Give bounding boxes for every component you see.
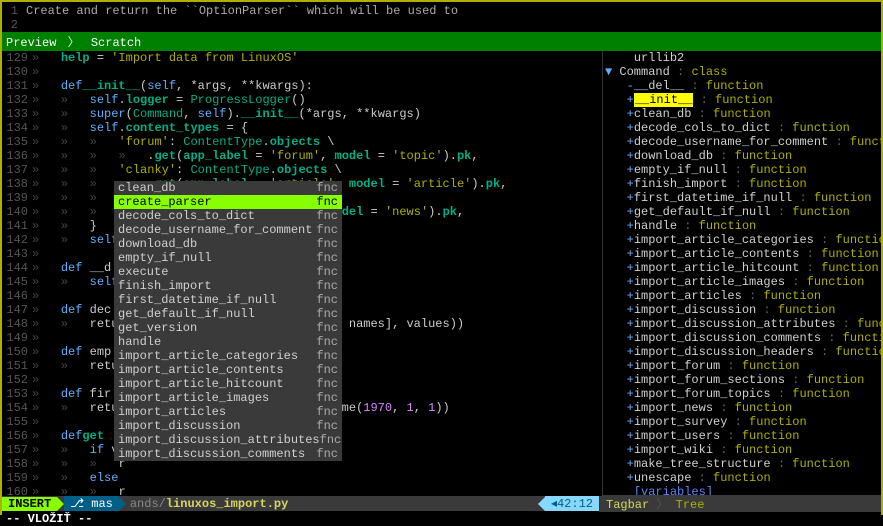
tag-member[interactable]: +handle : function: [605, 219, 879, 233]
branch-icon: ⎇: [70, 497, 84, 511]
status-bar: INSERT ⎇ mas ands/linuxos_import.py ◂42:…: [2, 496, 881, 511]
completion-item[interactable]: finish_importfnc: [114, 279, 342, 293]
code-line[interactable]: 136» » » » .get(app_label = 'forum', mod…: [2, 149, 602, 163]
tag-member[interactable]: +make_tree_structure : function: [605, 457, 879, 471]
completion-item[interactable]: decode_username_for_commentfnc: [114, 223, 342, 237]
tag-member[interactable]: +import_article_images : function: [605, 275, 879, 289]
code-line[interactable]: 133» » super(Command, self).__init__(*ar…: [2, 107, 602, 121]
tag-member[interactable]: +download_db : function: [605, 149, 879, 163]
completion-item[interactable]: import_article_categoriesfnc: [114, 349, 342, 363]
completion-item[interactable]: download_dbfnc: [114, 237, 342, 251]
completion-item[interactable]: import_article_contentsfnc: [114, 363, 342, 377]
tag-member[interactable]: -__del__ : function: [605, 79, 879, 93]
doc-preview: 1Create and return the ``OptionParser`` …: [2, 2, 881, 32]
code-line[interactable]: 159» » else: [2, 471, 602, 485]
completion-item[interactable]: handlefnc: [114, 335, 342, 349]
tag-member[interactable]: +import_forum_topics : function: [605, 387, 879, 401]
code-line[interactable]: 135» » » 'forum': ContentType.objects \: [2, 135, 602, 149]
tag-import[interactable]: urllib2: [605, 51, 879, 65]
breadcrumb-preview: Preview: [6, 36, 56, 50]
completion-item[interactable]: import_article_imagesfnc: [114, 391, 342, 405]
code-line[interactable]: 160» » » r: [2, 485, 602, 496]
completion-item[interactable]: import_articlesfnc: [114, 405, 342, 419]
tag-member[interactable]: +import_articles : function: [605, 289, 879, 303]
completion-item[interactable]: get_versionfnc: [114, 321, 342, 335]
tag-member[interactable]: +import_wiki : function: [605, 443, 879, 457]
tag-member[interactable]: +empty_if_null : function: [605, 163, 879, 177]
completion-item[interactable]: decode_cols_to_dictfnc: [114, 209, 342, 223]
code-line[interactable]: 132» » self.logger = ProgressLogger(): [2, 93, 602, 107]
tag-member[interactable]: +decode_cols_to_dict : function: [605, 121, 879, 135]
breadcrumb-scratch: Scratch: [91, 36, 141, 50]
completion-item[interactable]: import_discussion_attributesfnc: [114, 433, 342, 447]
breadcrumb: Preview 〉 Scratch: [2, 32, 881, 51]
code-line[interactable]: 130»: [2, 65, 602, 79]
tag-member[interactable]: +finish_import : function: [605, 177, 879, 191]
tag-member[interactable]: +import_article_contents : function: [605, 247, 879, 261]
tag-member[interactable]: +import_discussion_headers : functio>: [605, 345, 879, 359]
editor-pane[interactable]: 129» help = 'Import data from LinuxOS'13…: [2, 51, 602, 496]
tag-member[interactable]: +decode_username_for_comment : funct>: [605, 135, 879, 149]
tag-member[interactable]: +import_discussion_comments : functi>: [605, 331, 879, 345]
completion-item[interactable]: first_datetime_if_nullfnc: [114, 293, 342, 307]
completion-item[interactable]: create_parserfnc: [114, 195, 342, 209]
git-branch: ⎇ mas: [64, 496, 119, 511]
tag-member[interactable]: +import_forum : function: [605, 359, 879, 373]
tagbar-pane[interactable]: urllib2▼ Command : class -__del__ : func…: [602, 51, 881, 496]
tagbar-status: Tagbar 〉 Tree: [599, 495, 881, 512]
tag-member[interactable]: +import_article_hitcount : function: [605, 261, 879, 275]
completion-item[interactable]: import_discussionfnc: [114, 419, 342, 433]
tag-member[interactable]: +import_article_categories : function: [605, 233, 879, 247]
completion-popup[interactable]: clean_dbfnccreate_parserfncdecode_cols_t…: [114, 181, 342, 461]
completion-item[interactable]: executefnc: [114, 265, 342, 279]
tag-member[interactable]: +import_survey : function: [605, 415, 879, 429]
code-line[interactable]: 131» def __init__(self, *args, **kwargs)…: [2, 79, 602, 93]
tag-member[interactable]: +import_forum_sections : function: [605, 373, 879, 387]
tag-member[interactable]: +unescape : function: [605, 471, 879, 485]
tag-member[interactable]: +__init__ : function: [605, 93, 879, 107]
completion-item[interactable]: get_default_if_nullfnc: [114, 307, 342, 321]
cursor-position: ◂42:12: [545, 496, 599, 511]
code-line[interactable]: 134» » self.content_types = {: [2, 121, 602, 135]
command-line[interactable]: -- VLOŽIŤ --: [2, 511, 881, 525]
completion-item[interactable]: import_article_hitcountfnc: [114, 377, 342, 391]
mode-indicator: INSERT: [2, 497, 57, 511]
tag-member[interactable]: +get_default_if_null : function: [605, 205, 879, 219]
file-path: ands/linuxos_import.py: [126, 497, 538, 511]
tag-member[interactable]: +import_discussion : function: [605, 303, 879, 317]
tag-member[interactable]: +import_users : function: [605, 429, 879, 443]
code-line[interactable]: 137» » » 'clanky': ContentType.objects \: [2, 163, 602, 177]
chevron-right-icon: 〉: [68, 36, 80, 50]
completion-item[interactable]: empty_if_nullfnc: [114, 251, 342, 265]
tag-member[interactable]: +clean_db : function: [605, 107, 879, 121]
code-line[interactable]: 129» help = 'Import data from LinuxOS': [2, 51, 602, 65]
tag-member[interactable]: +first_datetime_if_null : function: [605, 191, 879, 205]
completion-item[interactable]: clean_dbfnc: [114, 181, 342, 195]
completion-item[interactable]: import_discussion_commentsfnc: [114, 447, 342, 461]
tag-class[interactable]: ▼ Command : class: [605, 65, 879, 79]
tag-member[interactable]: +import_news : function: [605, 401, 879, 415]
tag-member[interactable]: +import_discussion_attributes : func>: [605, 317, 879, 331]
